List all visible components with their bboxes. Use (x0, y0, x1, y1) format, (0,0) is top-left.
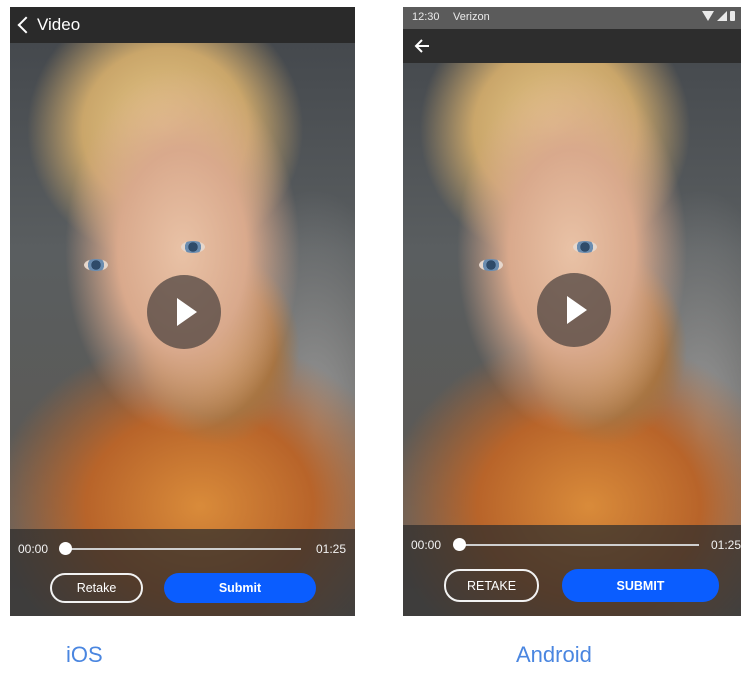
current-time: 00:00 (18, 542, 49, 556)
wifi-icon (702, 11, 714, 21)
child-eye-left (84, 259, 108, 271)
play-icon[interactable] (147, 275, 221, 349)
chevron-left-icon (17, 16, 35, 34)
submit-label: Submit (218, 581, 262, 595)
submit-button[interactable]: Submit (164, 573, 316, 603)
progress-track[interactable] (459, 544, 699, 546)
status-carrier: Verizon (453, 11, 490, 23)
ios-video-screen: Video 00:00 01:25 Retake Submit (10, 7, 355, 616)
progress-thumb[interactable] (453, 538, 466, 551)
status-icons (702, 11, 735, 21)
play-icon[interactable] (537, 273, 611, 347)
submit-button[interactable]: SUBMIT (562, 569, 719, 602)
progress-track[interactable] (64, 548, 301, 550)
retake-label: Retake (76, 581, 117, 595)
signal-icon (717, 11, 727, 21)
player-controls: 00:00 01:25 Retake Submit (10, 529, 355, 616)
submit-label: SUBMIT (616, 578, 665, 593)
back-button[interactable]: Video (16, 15, 80, 35)
child-eye-right (181, 241, 205, 253)
android-video-screen: 12:30 Verizon 00:00 01:25 RETAKE SUBMIT (403, 7, 741, 616)
child-eye-left (479, 259, 503, 271)
android-app-bar (403, 29, 741, 63)
retake-button[interactable]: RETAKE (444, 569, 539, 602)
ios-caption: iOS (66, 642, 103, 667)
status-bar: 12:30 Verizon (403, 7, 741, 29)
total-time: 01:25 (710, 538, 741, 552)
back-label: Video (37, 15, 81, 34)
retake-button[interactable]: Retake (50, 573, 143, 603)
progress-thumb[interactable] (59, 542, 72, 555)
retake-label: RETAKE (466, 578, 517, 593)
total-time: 01:25 (315, 542, 346, 556)
child-eye-right (573, 241, 597, 253)
current-time: 00:00 (411, 538, 442, 552)
status-time: 12:30 (412, 11, 440, 23)
arrow-left-icon[interactable] (414, 38, 430, 54)
player-controls: 00:00 01:25 RETAKE SUBMIT (403, 525, 741, 616)
ios-nav-bar: Video (10, 7, 355, 43)
android-caption: Android (516, 642, 592, 667)
battery-icon (730, 11, 735, 21)
